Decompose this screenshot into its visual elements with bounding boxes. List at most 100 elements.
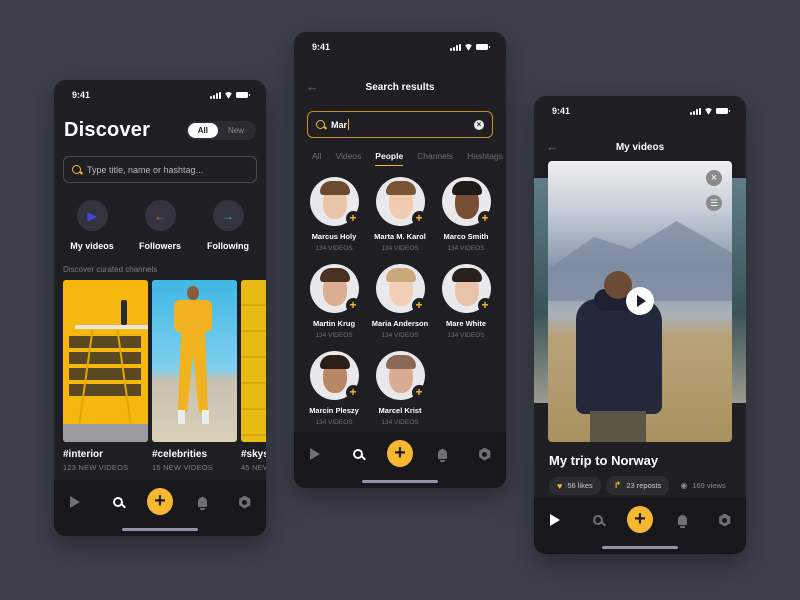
nav-settings[interactable]	[232, 489, 258, 515]
discover-header: Discover All New	[54, 119, 266, 142]
reposts-count: 23 reposts	[626, 481, 662, 490]
play-button[interactable]	[626, 287, 654, 315]
nav-notifications[interactable]	[189, 489, 215, 515]
toggle-all[interactable]: All	[187, 123, 218, 138]
bell-icon	[437, 449, 447, 462]
person-video-count: 134 VIDEOS	[315, 245, 353, 252]
nav-videos[interactable]	[302, 441, 328, 467]
views-stat: ◉ 169 views	[674, 477, 731, 494]
battery-icon	[716, 108, 730, 114]
arrow-left-glyph: ←	[154, 208, 166, 223]
settings-icon	[479, 447, 491, 461]
quick-action-my-videos[interactable]: ▶ My videos	[62, 200, 122, 251]
quick-action-followers[interactable]: ← Followers	[130, 200, 190, 251]
quick-action-label: Following	[207, 241, 249, 251]
tab-people[interactable]: People	[375, 151, 404, 166]
previous-video-card[interactable]	[534, 178, 548, 403]
tab-channels[interactable]: Channels	[417, 151, 453, 166]
person-video-count: 134 VIDEOS	[315, 419, 353, 426]
follow-button[interactable]: +	[477, 298, 493, 313]
tab-all[interactable]: All	[312, 151, 321, 166]
heart-icon: ♥	[557, 480, 563, 491]
avatar: +	[441, 177, 493, 226]
tab-videos[interactable]: Videos	[335, 151, 361, 166]
nav-search[interactable]	[105, 489, 131, 515]
person-result[interactable]: + Martin Krug 134 VIDEOS	[301, 264, 367, 339]
status-icons	[690, 107, 730, 115]
nav-search[interactable]	[345, 441, 371, 467]
status-time: 9:41	[72, 90, 91, 100]
search-input[interactable]: Mar ×	[307, 111, 493, 138]
home-indicator	[362, 480, 438, 483]
person-result[interactable]: + Marcus Holy 134 VIDEOS	[301, 177, 367, 252]
nav-settings[interactable]	[472, 441, 498, 467]
channel-card-celebrities[interactable]: #celebrities 15 NEW VIDEOS	[152, 280, 237, 472]
channel-card-skys[interactable]: #skys 45 NEW VIDEOS	[241, 280, 266, 472]
video-thumbnail	[566, 271, 670, 442]
nav-add[interactable]: +	[146, 488, 173, 515]
nav-add[interactable]: +	[386, 440, 413, 467]
follow-button[interactable]: +	[345, 211, 361, 226]
person-name: Marcel Krist	[378, 406, 422, 415]
avatar: +	[309, 351, 361, 400]
person-result[interactable]: + Marcel Krist 134 VIDEOS	[367, 351, 433, 426]
video-card[interactable]: × ☰	[548, 161, 732, 442]
bottom-nav: +	[534, 498, 746, 554]
back-arrow-icon[interactable]: ←	[546, 139, 559, 155]
signal-icon	[690, 107, 701, 115]
follow-button[interactable]: +	[411, 298, 427, 313]
settings-icon	[239, 495, 251, 509]
signal-icon	[450, 43, 461, 51]
person-result[interactable]: + Marco Smith 134 VIDEOS	[433, 177, 499, 252]
follow-button[interactable]: +	[411, 385, 427, 400]
tab-hashtags[interactable]: Hashtags	[467, 151, 503, 166]
reposts-button[interactable]: ↱ 23 reposts	[605, 476, 670, 495]
channel-thumbnail	[241, 280, 266, 442]
add-icon: +	[386, 440, 413, 467]
close-button[interactable]: ×	[706, 170, 722, 186]
signal-icon	[210, 91, 221, 99]
bell-icon	[677, 515, 687, 528]
status-bar: 9:41	[534, 99, 746, 123]
likes-button[interactable]: ♥ 56 likes	[549, 476, 601, 495]
avatar: +	[441, 264, 493, 313]
person-result[interactable]: + Mare White 134 VIDEOS	[433, 264, 499, 339]
channel-carousel[interactable]: #interior 123 NEW VIDEOS #celebrities 15…	[54, 280, 266, 472]
nav-notifications[interactable]	[429, 441, 455, 467]
nav-settings[interactable]	[712, 507, 738, 533]
video-title: My trip to Norway	[549, 453, 659, 468]
arrow-left-icon: ←	[144, 200, 176, 231]
next-video-card[interactable]	[732, 178, 746, 403]
person-result[interactable]: + Marcin Pleszy 134 VIDEOS	[301, 351, 367, 426]
nav-search[interactable]	[585, 507, 611, 533]
page-title: Search results	[365, 81, 435, 93]
toggle-new[interactable]: New	[218, 123, 254, 138]
nav-videos[interactable]	[62, 489, 88, 515]
nav-videos[interactable]	[542, 507, 568, 533]
follow-button[interactable]: +	[477, 211, 493, 226]
views-count: 169 views	[692, 481, 726, 490]
nav-add[interactable]: +	[626, 506, 653, 533]
follow-button[interactable]: +	[345, 298, 361, 313]
person-result[interactable]: + Maria Anderson 134 VIDEOS	[367, 264, 433, 339]
follow-button[interactable]: +	[411, 211, 427, 226]
video-carousel[interactable]: × ☰	[534, 161, 746, 442]
adjust-button[interactable]: ☰	[706, 195, 722, 211]
person-name: Maria Anderson	[371, 319, 429, 328]
person-result[interactable]: + Marta M. Karol 134 VIDEOS	[367, 177, 433, 252]
clear-search-button[interactable]: ×	[474, 119, 484, 130]
search-input[interactable]: Type title, name or hashtag...	[63, 156, 257, 183]
status-bar: 9:41	[54, 83, 266, 107]
wifi-icon	[704, 108, 713, 115]
search-header: ← Search results	[294, 79, 506, 95]
channel-card-interior[interactable]: #interior 123 NEW VIDEOS	[63, 280, 148, 472]
home-indicator	[122, 528, 198, 531]
back-arrow-icon[interactable]: ←	[306, 79, 319, 95]
follow-button[interactable]: +	[345, 385, 361, 400]
my-videos-screen: 9:41 ← My videos × ☰ My trip to Norway ♥…	[534, 96, 746, 554]
quick-action-following[interactable]: → Following	[198, 200, 258, 251]
status-icons	[450, 43, 490, 51]
person-video-count: 134 VIDEOS	[447, 332, 485, 339]
nav-notifications[interactable]	[669, 507, 695, 533]
bottom-nav: +	[54, 480, 266, 536]
